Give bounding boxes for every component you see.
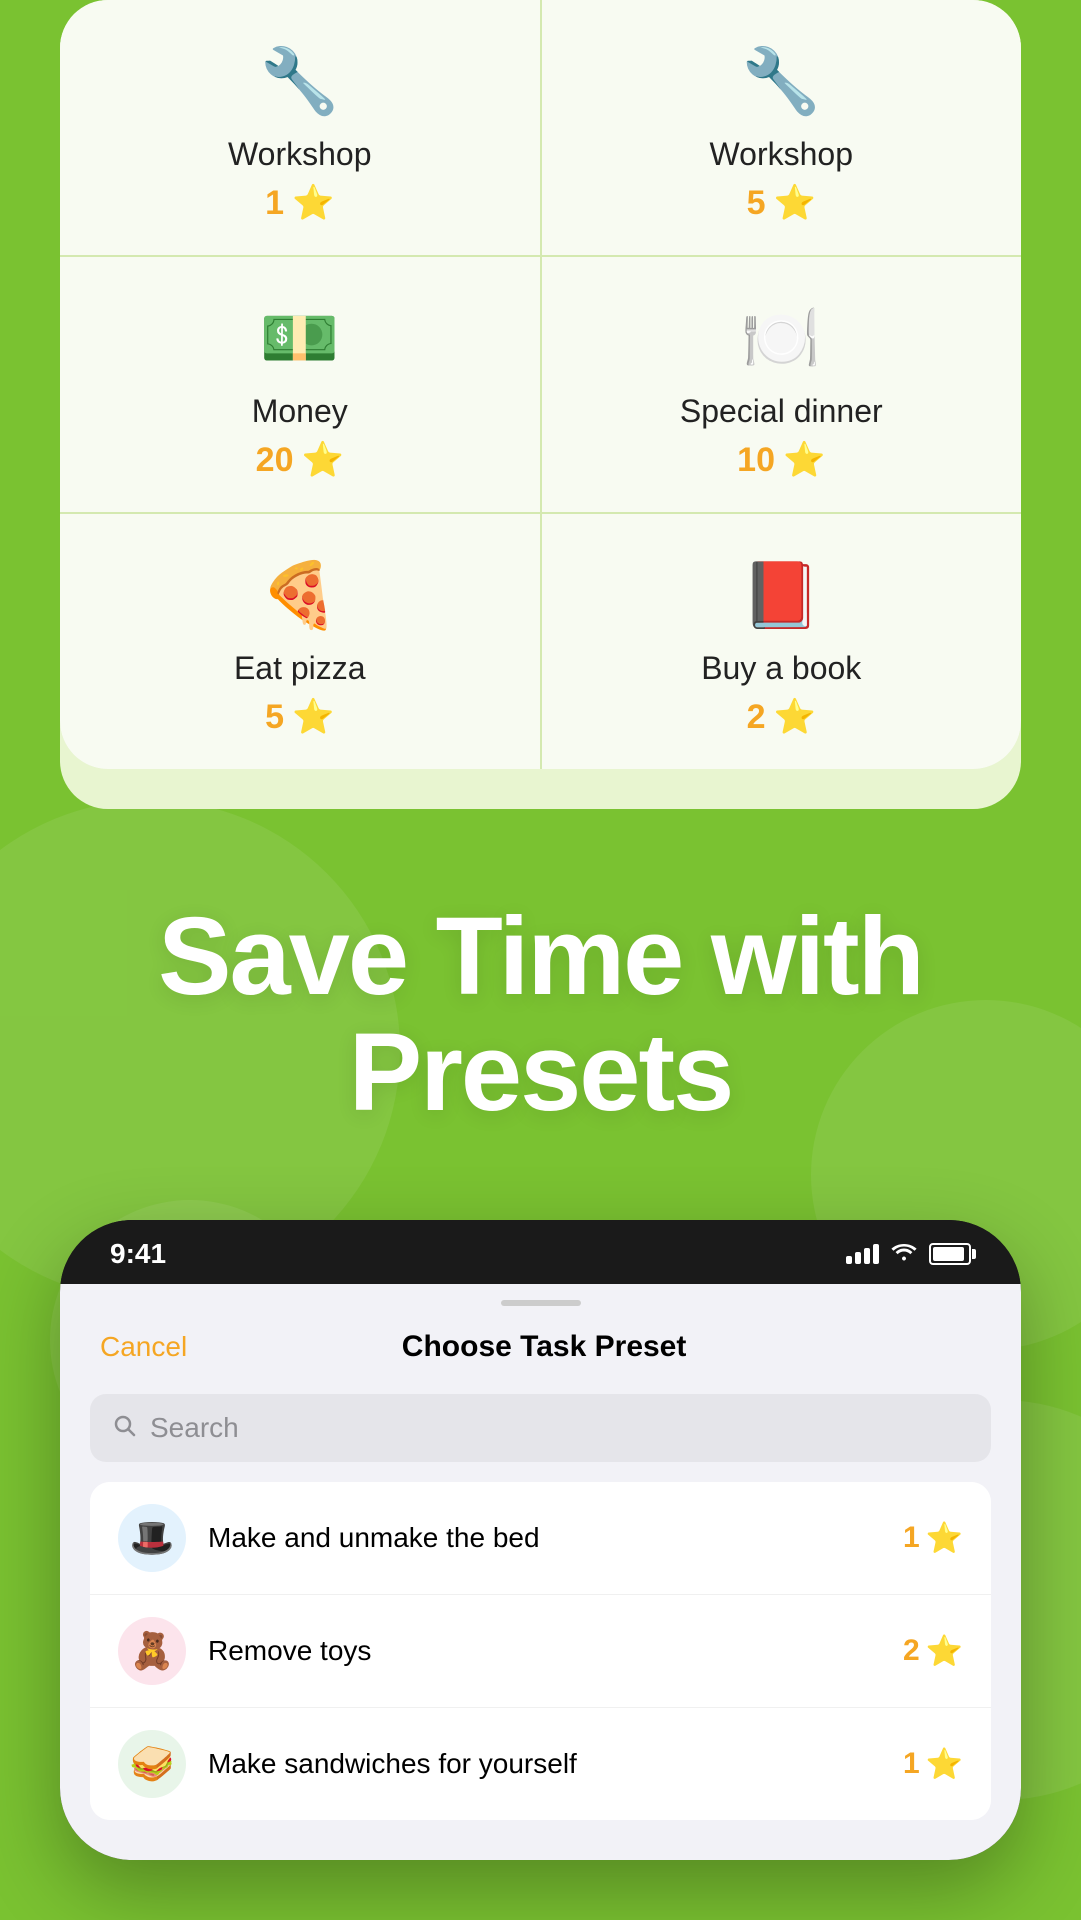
money-icon: 💵 — [255, 293, 345, 383]
eat-pizza-icon: 🍕 — [255, 550, 345, 640]
task-item-make-sandwiches[interactable]: 🥪 Make sandwiches for yourself 1 ⭐ — [90, 1708, 991, 1820]
reward-stars-value-special-dinner: 10 — [737, 441, 775, 480]
workshop5-icon: 🔧 — [736, 36, 826, 126]
heading-text: Save Time with Presets — [60, 899, 1021, 1130]
reward-stars-value-workshop5: 5 — [747, 184, 766, 223]
reward-item-workshop1[interactable]: 🔧 Workshop 1 ⭐ — [60, 0, 540, 255]
task-icon-make-bed: 🎩 — [118, 1504, 186, 1572]
star-icon-money: ⭐ — [301, 440, 343, 480]
cancel-button[interactable]: Cancel — [100, 1331, 187, 1363]
reward-stars-value-money: 20 — [256, 441, 294, 480]
task-list: 🎩 Make and unmake the bed 1 ⭐ 🧸 Remove t… — [90, 1482, 991, 1820]
task-stars-value-remove-toys: 2 — [903, 1634, 920, 1668]
status-icons — [846, 1241, 971, 1267]
task-stars-value-make-bed: 1 — [903, 1521, 920, 1555]
modal-title: Choose Task Preset — [402, 1330, 687, 1364]
heading-section: Save Time with Presets — [0, 809, 1081, 1190]
search-placeholder: Search — [150, 1412, 239, 1444]
wifi-icon — [891, 1241, 917, 1267]
rewards-grid: 🔧 Workshop 1 ⭐ 🔧 Workshop 5 ⭐ 💵 Money 20… — [60, 0, 1021, 769]
heading-line2: Presets — [349, 1011, 733, 1134]
reward-stars-value-workshop1: 1 — [265, 184, 284, 223]
reward-name-eat-pizza: Eat pizza — [234, 650, 366, 687]
task-score-remove-toys: 2 ⭐ — [903, 1634, 963, 1669]
reward-item-eat-pizza[interactable]: 🍕 Eat pizza 5 ⭐ — [60, 514, 540, 769]
phone-screen: Cancel Choose Task Preset Search 🎩 Make … — [60, 1284, 1021, 1860]
task-item-make-bed[interactable]: 🎩 Make and unmake the bed 1 ⭐ — [90, 1482, 991, 1595]
reward-stars-value-buy-book: 2 — [747, 698, 766, 737]
top-rewards-card: 🔧 Workshop 1 ⭐ 🔧 Workshop 5 ⭐ 💵 Money 20… — [60, 0, 1021, 809]
reward-stars-special-dinner: 10 ⭐ — [737, 440, 825, 480]
task-star-icon-make-bed: ⭐ — [926, 1521, 963, 1556]
task-icon-make-sandwiches: 🥪 — [118, 1730, 186, 1798]
reward-name-workshop5: Workshop — [710, 136, 853, 173]
star-icon-buy-book: ⭐ — [774, 697, 816, 737]
star-icon-eat-pizza: ⭐ — [292, 697, 334, 737]
modal-header: Cancel Choose Task Preset — [60, 1306, 1021, 1384]
star-icon-workshop1: ⭐ — [292, 183, 334, 223]
task-star-icon-remove-toys: ⭐ — [926, 1634, 963, 1669]
phone-mockup: 9:41 Cancel Ch — [60, 1220, 1021, 1860]
reward-name-special-dinner: Special dinner — [680, 393, 883, 430]
star-icon-special-dinner: ⭐ — [783, 440, 825, 480]
reward-item-workshop5[interactable]: 🔧 Workshop 5 ⭐ — [542, 0, 1022, 255]
signal-bars-icon — [846, 1244, 879, 1264]
status-bar: 9:41 — [60, 1220, 1021, 1284]
special-dinner-icon: 🍽️ — [736, 293, 826, 383]
star-icon-workshop5: ⭐ — [774, 183, 816, 223]
task-name-remove-toys: Remove toys — [208, 1635, 881, 1667]
bottom-padding — [60, 1820, 1021, 1860]
task-name-make-bed: Make and unmake the bed — [208, 1522, 881, 1554]
reward-name-money: Money — [252, 393, 348, 430]
buy-book-icon: 📕 — [736, 550, 826, 640]
reward-item-special-dinner[interactable]: 🍽️ Special dinner 10 ⭐ — [542, 257, 1022, 512]
task-icon-remove-toys: 🧸 — [118, 1617, 186, 1685]
battery-icon — [929, 1243, 971, 1265]
reward-stars-workshop5: 5 ⭐ — [747, 183, 816, 223]
reward-item-buy-book[interactable]: 📕 Buy a book 2 ⭐ — [542, 514, 1022, 769]
reward-stars-eat-pizza: 5 ⭐ — [265, 697, 334, 737]
reward-stars-workshop1: 1 ⭐ — [265, 183, 334, 223]
task-star-icon-make-sandwiches: ⭐ — [926, 1747, 963, 1782]
reward-stars-money: 20 ⭐ — [256, 440, 344, 480]
task-score-make-bed: 1 ⭐ — [903, 1521, 963, 1556]
reward-name-workshop1: Workshop — [228, 136, 371, 173]
task-name-make-sandwiches: Make sandwiches for yourself — [208, 1748, 881, 1780]
reward-stars-value-eat-pizza: 5 — [265, 698, 284, 737]
reward-item-money[interactable]: 💵 Money 20 ⭐ — [60, 257, 540, 512]
workshop1-icon: 🔧 — [255, 36, 345, 126]
reward-name-buy-book: Buy a book — [701, 650, 861, 687]
task-item-remove-toys[interactable]: 🧸 Remove toys 2 ⭐ — [90, 1595, 991, 1708]
heading-line1: Save Time with — [158, 895, 923, 1018]
search-icon — [114, 1413, 136, 1444]
reward-stars-buy-book: 2 ⭐ — [747, 697, 816, 737]
task-stars-value-make-sandwiches: 1 — [903, 1747, 920, 1781]
task-score-make-sandwiches: 1 ⭐ — [903, 1747, 963, 1782]
search-bar[interactable]: Search — [90, 1394, 991, 1462]
status-time: 9:41 — [110, 1238, 166, 1270]
